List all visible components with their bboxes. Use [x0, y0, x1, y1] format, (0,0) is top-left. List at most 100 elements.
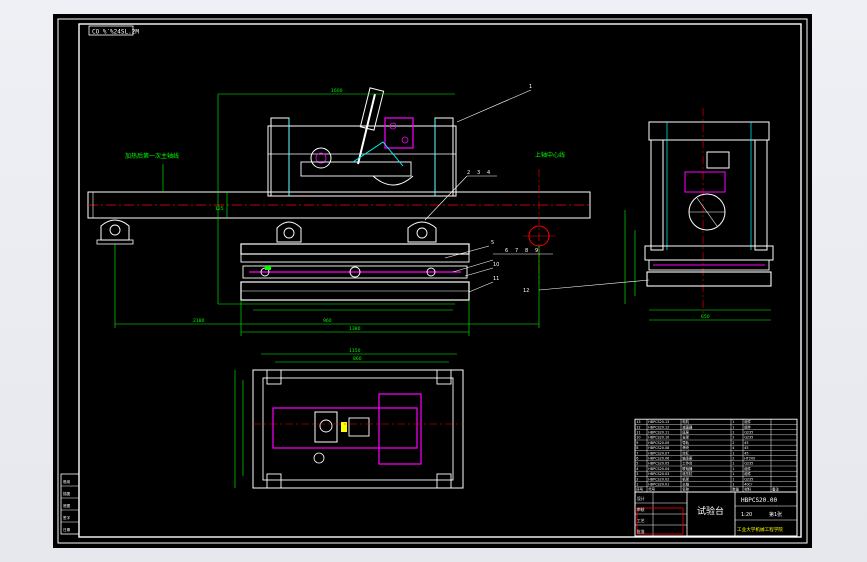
bom-cell: 1 [732, 451, 734, 455]
bom-cell: HT200 [744, 457, 755, 461]
side-block: 借用 描图 底图 签字 日期 [60, 473, 80, 535]
bom-cell: HBPCS20.06 [648, 457, 669, 461]
cad-viewport[interactable]: CO %′%24SL.2M 加热后第一次主轴线 上轴中心线 1600 960 1… [0, 0, 867, 562]
bearing-block-center-right [407, 221, 437, 243]
bom-cell: 液压缸 [682, 471, 693, 476]
side-label: 描图 [63, 491, 71, 496]
bom-cell: 10 [636, 436, 640, 440]
bom-header: 备注 [772, 487, 779, 492]
bom-cell: HBPCS20.08 [648, 446, 669, 450]
bom-cell: 工作台 [682, 461, 693, 466]
portal-frame [267, 125, 457, 197]
bom-cell: HBPCS20.13 [648, 420, 669, 424]
bom-cell: 2 [636, 477, 638, 481]
side-label: 签字 [63, 515, 71, 520]
bom-header: 代号 [648, 487, 655, 492]
bom-cell: 组件 [744, 471, 751, 476]
bom-cell: 12 [636, 425, 640, 429]
bill-of-materials: 13 HBPCS20.13 电机 1 组件12 HBPCS20.12 减速器 1 组件11 HBP… [634, 418, 798, 493]
bom-cell: 联轴器 [682, 466, 693, 471]
bom-cell: 1 [732, 425, 734, 429]
left-annotation: 加热后第一次主轴线 [125, 152, 179, 160]
bom-cell: Q235 [744, 462, 753, 466]
bom-cell: 组件 [744, 419, 751, 424]
dim-label: 1380 [349, 326, 361, 332]
callout-7: 7 [515, 248, 518, 254]
callout-11: 11 [493, 276, 499, 282]
bom-cell: HBPCS20.11 [648, 431, 669, 435]
bom-cell: 45 [744, 451, 748, 455]
callout-10: 10 [493, 262, 499, 268]
bom-cell: 底座 [682, 430, 689, 435]
bom-cell: 1 [732, 472, 734, 476]
side-label: 借用 [63, 479, 71, 484]
bom-header: 材料 [744, 487, 751, 492]
callout-9: 9 [535, 248, 538, 254]
dim-label: 960 [323, 318, 332, 324]
bom-cell: 丝杠 [682, 450, 689, 455]
dim-label: 1150 [349, 348, 361, 354]
drawing-number: HBPCS20.00 [741, 497, 778, 504]
bom-header: 名称 [682, 487, 689, 492]
side-view: 12 650 [523, 108, 774, 321]
dim-label: 1600 [331, 88, 343, 94]
callout-3: 3 [477, 170, 480, 176]
bom-cell: 11 [636, 431, 640, 435]
sheet-text: 第1张 [769, 511, 782, 518]
callout-5: 5 [491, 240, 494, 246]
bom-cell: 2 [732, 457, 734, 461]
callout-2: 2 [467, 170, 470, 176]
bom-cell: 机架 [682, 476, 689, 481]
inner-frame [78, 23, 802, 538]
bom-cell: 减速器 [682, 424, 693, 429]
bom-cell: 45 [744, 441, 748, 445]
bom-cell: HBPCS20.01 [648, 483, 669, 487]
bom-cell: HBPCS20.05 [648, 462, 669, 466]
bom-cell: 1 [732, 467, 734, 471]
bom-cell: 轴承座 [682, 456, 693, 461]
bom-cell: 主轴 [682, 482, 689, 487]
sign-label: 批准 [637, 529, 645, 534]
bom-cell: 组件 [744, 424, 751, 429]
bom-header: 数量 [732, 487, 739, 492]
bom-cell: 1 [732, 483, 734, 487]
dim-label: 860 [353, 356, 362, 362]
bearing-block-left [96, 219, 134, 245]
bom-cell: HBPCS20.02 [648, 477, 669, 481]
bom-cell: 7 [636, 451, 638, 455]
scale-text: 1:20 [741, 512, 752, 518]
bom-cell: 1 [732, 420, 734, 424]
bom-cell: HBPCS20.09 [648, 441, 669, 445]
bom-cell: 2 [732, 441, 734, 445]
drawing-name: 试验台 [697, 505, 724, 517]
bom-cell: 3 [636, 472, 638, 476]
front-view: 加热后第一次主轴线 上轴中心线 1600 960 1380 2180 125 1… [87, 84, 591, 336]
bom-cell: Q235 [744, 431, 753, 435]
dim-label: 2180 [193, 318, 205, 324]
top-view: 1150 860 [234, 348, 464, 489]
bom-cell: 1 [732, 477, 734, 481]
callout-1: 1 [529, 84, 532, 90]
bom-cell: 2 [732, 436, 734, 440]
bom-cell: 4 [636, 467, 638, 471]
right-annotation: 上轴中心线 [535, 151, 565, 159]
bom-cell: 6 [636, 457, 638, 461]
bom-cell: HBPCS20.07 [648, 451, 669, 455]
bom-cell: 导轨 [682, 440, 689, 445]
side-label: 日期 [63, 527, 71, 532]
title-block: 设计 审核 工艺 批准 试验台 HBPCS20.00 1:20 第1张 工业大学… [634, 491, 798, 537]
work-table [240, 243, 470, 255]
sign-label: 审核 [637, 507, 645, 512]
cad-drawing: CO %′%24SL.2M 加热后第一次主轴线 上轴中心线 1600 960 1… [57, 18, 808, 544]
bom-cell: 电机 [682, 419, 689, 424]
bom-cell: HBPCS20.04 [648, 467, 669, 471]
bom-cell: Q235 [744, 477, 753, 481]
side-label: 底图 [63, 503, 71, 508]
outer-frame [57, 18, 808, 544]
drawing-sheet[interactable]: CO %′%24SL.2M 加热后第一次主轴线 上轴中心线 1600 960 1… [53, 14, 812, 548]
bom-cell: 40Cr [744, 483, 753, 487]
bom-cell: HBPCS20.12 [648, 425, 669, 429]
bom-cell: 1 [732, 431, 734, 435]
bom-cell: 滑块 [682, 445, 689, 450]
dim-label: 125 [215, 206, 224, 212]
